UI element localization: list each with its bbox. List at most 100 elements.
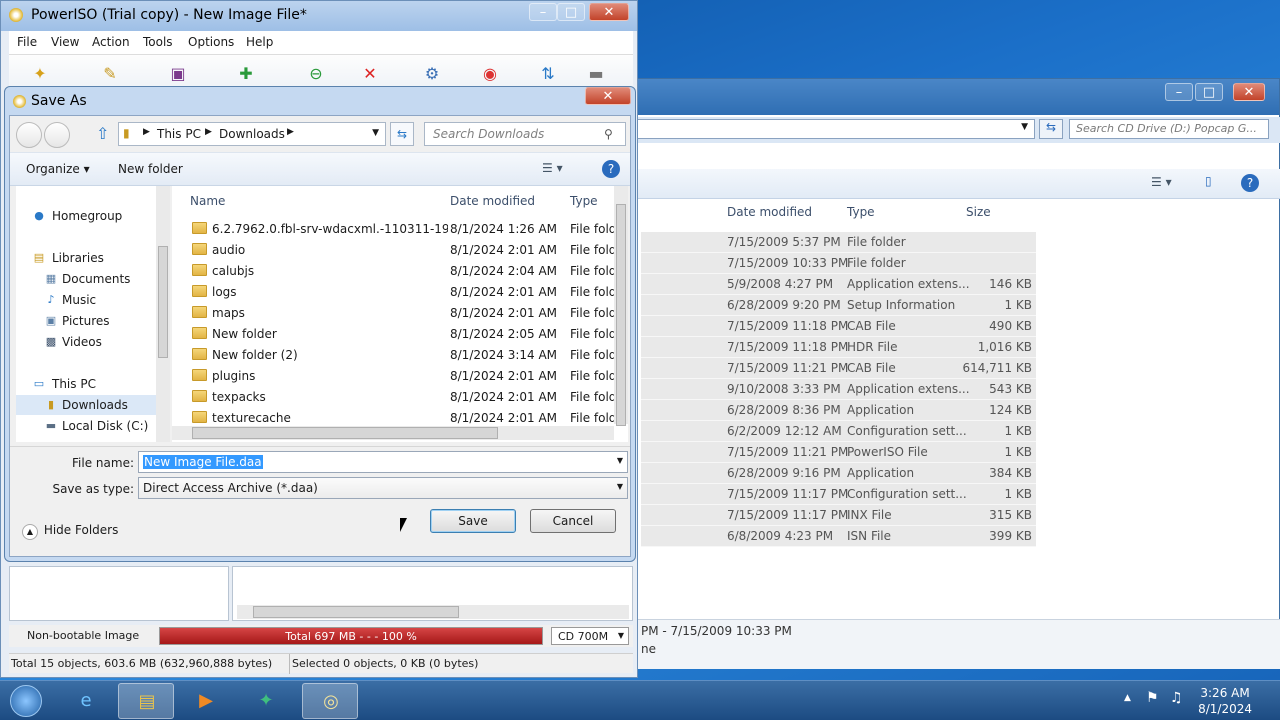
minimize-button[interactable]: – <box>529 3 557 21</box>
taskbar-app[interactable]: ✦ <box>238 683 294 719</box>
maximize-button[interactable]: □ <box>1195 83 1223 101</box>
preview-pane-icon[interactable]: ▯ <box>1205 174 1212 188</box>
nav-music[interactable]: ♪ Music <box>16 290 156 310</box>
taskbar-internet-explorer[interactable]: e <box>58 683 114 719</box>
nav-downloads[interactable]: ▮ Downloads <box>16 395 156 415</box>
hide-folders-button[interactable]: ▲ Hide Folders <box>22 523 118 540</box>
nav-pictures[interactable]: ▣ Pictures <box>16 311 156 331</box>
table-row[interactable]: 7/15/2009 11:17 PM INX File 315 KB <box>641 505 1036 526</box>
menu-options[interactable]: Options <box>188 35 234 49</box>
scrollbar-thumb[interactable] <box>616 204 626 426</box>
refresh-icon[interactable]: ⇆ <box>390 122 414 146</box>
table-row[interactable]: 7/15/2009 11:21 PM PowerISO File 1 KB <box>641 442 1036 463</box>
save-icon[interactable]: ▣ <box>167 63 189 85</box>
list-item[interactable]: texturecache 8/1/2024 2:01 AM File folde <box>188 407 624 428</box>
maximize-button[interactable]: □ <box>557 3 585 21</box>
table-row[interactable]: 7/15/2009 11:18 PM CAB File 490 KB <box>641 316 1036 337</box>
list-item[interactable]: logs 8/1/2024 2:01 AM File folde <box>188 281 624 302</box>
new-icon[interactable]: ✦ <box>29 63 51 85</box>
list-item[interactable]: plugins 8/1/2024 2:01 AM File folde <box>188 365 624 386</box>
scrollbar-thumb[interactable] <box>253 606 459 618</box>
table-row[interactable]: 6/2/2009 12:12 AM Configuration sett... 1 … <box>641 421 1036 442</box>
clock[interactable]: 3:26 AM 8/1/2024 <box>1198 685 1252 717</box>
file-list-pane[interactable] <box>232 566 633 621</box>
cancel-button[interactable]: Cancel <box>530 509 616 533</box>
start-button[interactable] <box>4 683 52 719</box>
delete-icon[interactable]: ✕ <box>359 63 381 85</box>
menu-help[interactable]: Help <box>246 35 273 49</box>
table-row[interactable]: 6/28/2009 9:20 PM Setup Information 1 KB <box>641 295 1036 316</box>
folder-tree-pane[interactable] <box>9 566 229 621</box>
view-options-icon[interactable]: ☰ ▾ <box>1151 175 1172 189</box>
menu-tools[interactable]: Tools <box>143 35 173 49</box>
list-item[interactable]: maps 8/1/2024 2:01 AM File folde <box>188 302 624 323</box>
list-item[interactable]: New folder (2) 8/1/2024 3:14 AM File folde <box>188 344 624 365</box>
table-row[interactable]: 9/10/2008 3:33 PM Application extens... 54… <box>641 379 1036 400</box>
nav-scrollbar[interactable] <box>156 186 170 442</box>
open-icon[interactable]: ✎ <box>99 63 121 85</box>
menu-action[interactable]: Action <box>92 35 130 49</box>
file-name-input[interactable]: New Image File.daa ▼ <box>138 451 628 473</box>
mount-icon[interactable]: ▬ <box>585 63 607 85</box>
menu-view[interactable]: View <box>51 35 79 49</box>
scrollbar-thumb[interactable] <box>192 427 498 439</box>
volume-icon[interactable]: ♫ <box>1170 690 1183 706</box>
breadcrumb-downloads[interactable]: Downloads <box>219 127 285 141</box>
help-icon[interactable]: ? <box>1241 174 1259 192</box>
taskbar-file-explorer[interactable]: ▤ <box>118 683 174 719</box>
dialog-titlebar[interactable]: Save As ✕ <box>5 87 635 115</box>
breadcrumb-this-pc[interactable]: This PC <box>157 127 201 141</box>
column-date-modified[interactable]: Date modified <box>727 205 812 219</box>
column-type[interactable]: Type <box>570 194 598 208</box>
table-row[interactable]: 6/28/2009 8:36 PM Application 124 KB <box>641 400 1036 421</box>
nav-local-disk[interactable]: ▬ Local Disk (C:) <box>16 416 156 436</box>
nav-documents[interactable]: ▦ Documents <box>16 269 156 289</box>
convert-icon[interactable]: ⇅ <box>537 63 559 85</box>
column-date-modified[interactable]: Date modified <box>450 194 535 208</box>
file-list-vertical-scrollbar[interactable] <box>614 186 628 426</box>
organize-button[interactable]: Organize ▾ <box>26 162 90 176</box>
close-button[interactable]: ✕ <box>589 3 629 21</box>
scrollbar-thumb[interactable] <box>158 246 168 358</box>
explorer-titlebar[interactable]: – □ ✕ <box>561 79 1279 115</box>
table-row[interactable]: 6/8/2009 4:23 PM ISN File 399 KB <box>641 526 1036 547</box>
file-list-horizontal-scrollbar[interactable] <box>172 426 614 440</box>
nav-this-pc[interactable]: ▭ This PC <box>16 374 156 394</box>
network-icon[interactable]: ⚑ <box>1146 690 1159 706</box>
close-button[interactable]: ✕ <box>1233 83 1265 101</box>
burn-icon[interactable]: ◉ <box>479 63 501 85</box>
chevron-down-icon[interactable]: ▼ <box>372 128 379 138</box>
add-icon[interactable]: ✚ <box>235 63 257 85</box>
save-button[interactable]: Save <box>430 509 516 533</box>
column-type[interactable]: Type <box>847 205 875 219</box>
table-row[interactable]: 6/28/2009 9:16 PM Application 384 KB <box>641 463 1036 484</box>
table-row[interactable]: 7/15/2009 10:33 PM File folder <box>641 253 1036 274</box>
search-input[interactable]: Search Downloads <box>424 122 626 146</box>
forward-button[interactable] <box>44 122 70 148</box>
column-size[interactable]: Size <box>966 205 991 219</box>
taskbar-media-player[interactable]: ▶ <box>178 683 234 719</box>
nav-libraries[interactable]: ▤ Libraries <box>16 248 156 268</box>
help-icon[interactable]: ? <box>602 160 620 178</box>
list-item[interactable]: New folder 8/1/2024 2:05 AM File folde <box>188 323 624 344</box>
new-folder-button[interactable]: New folder <box>118 162 183 176</box>
column-name[interactable]: Name <box>190 194 225 208</box>
table-row[interactable]: 7/15/2009 11:17 PM Configuration sett... 1… <box>641 484 1036 505</box>
extract-icon[interactable]: ⊖ <box>305 63 327 85</box>
list-item[interactable]: texpacks 8/1/2024 2:01 AM File folde <box>188 386 624 407</box>
nav-homegroup[interactable]: ● Homegroup <box>16 206 156 226</box>
up-arrow-icon[interactable]: ⇧ <box>96 124 109 143</box>
table-row[interactable]: 7/15/2009 11:21 PM CAB File 614,711 KB <box>641 358 1036 379</box>
poweriso-titlebar[interactable]: PowerISO (Trial copy) - New Image File* … <box>1 1 637 31</box>
list-item[interactable]: calubjs 8/1/2024 2:04 AM File folde <box>188 260 624 281</box>
save-type-select[interactable]: Direct Access Archive (*.daa) ▼ <box>138 477 628 499</box>
chevron-down-icon[interactable]: ▼ <box>617 456 623 465</box>
table-row[interactable]: 7/15/2009 5:37 PM File folder <box>641 232 1036 253</box>
back-button[interactable] <box>16 122 42 148</box>
taskbar-poweriso[interactable]: ◎ <box>302 683 358 719</box>
menu-file[interactable]: File <box>17 35 37 49</box>
show-hidden-icons[interactable]: ▲ <box>1124 693 1131 703</box>
explorer-search-input[interactable]: Search CD Drive (D:) Popcap G... <box>1069 119 1269 139</box>
view-options-icon[interactable]: ☰ ▾ <box>542 161 563 175</box>
table-row[interactable]: 5/9/2008 4:27 PM Application extens... 146… <box>641 274 1036 295</box>
